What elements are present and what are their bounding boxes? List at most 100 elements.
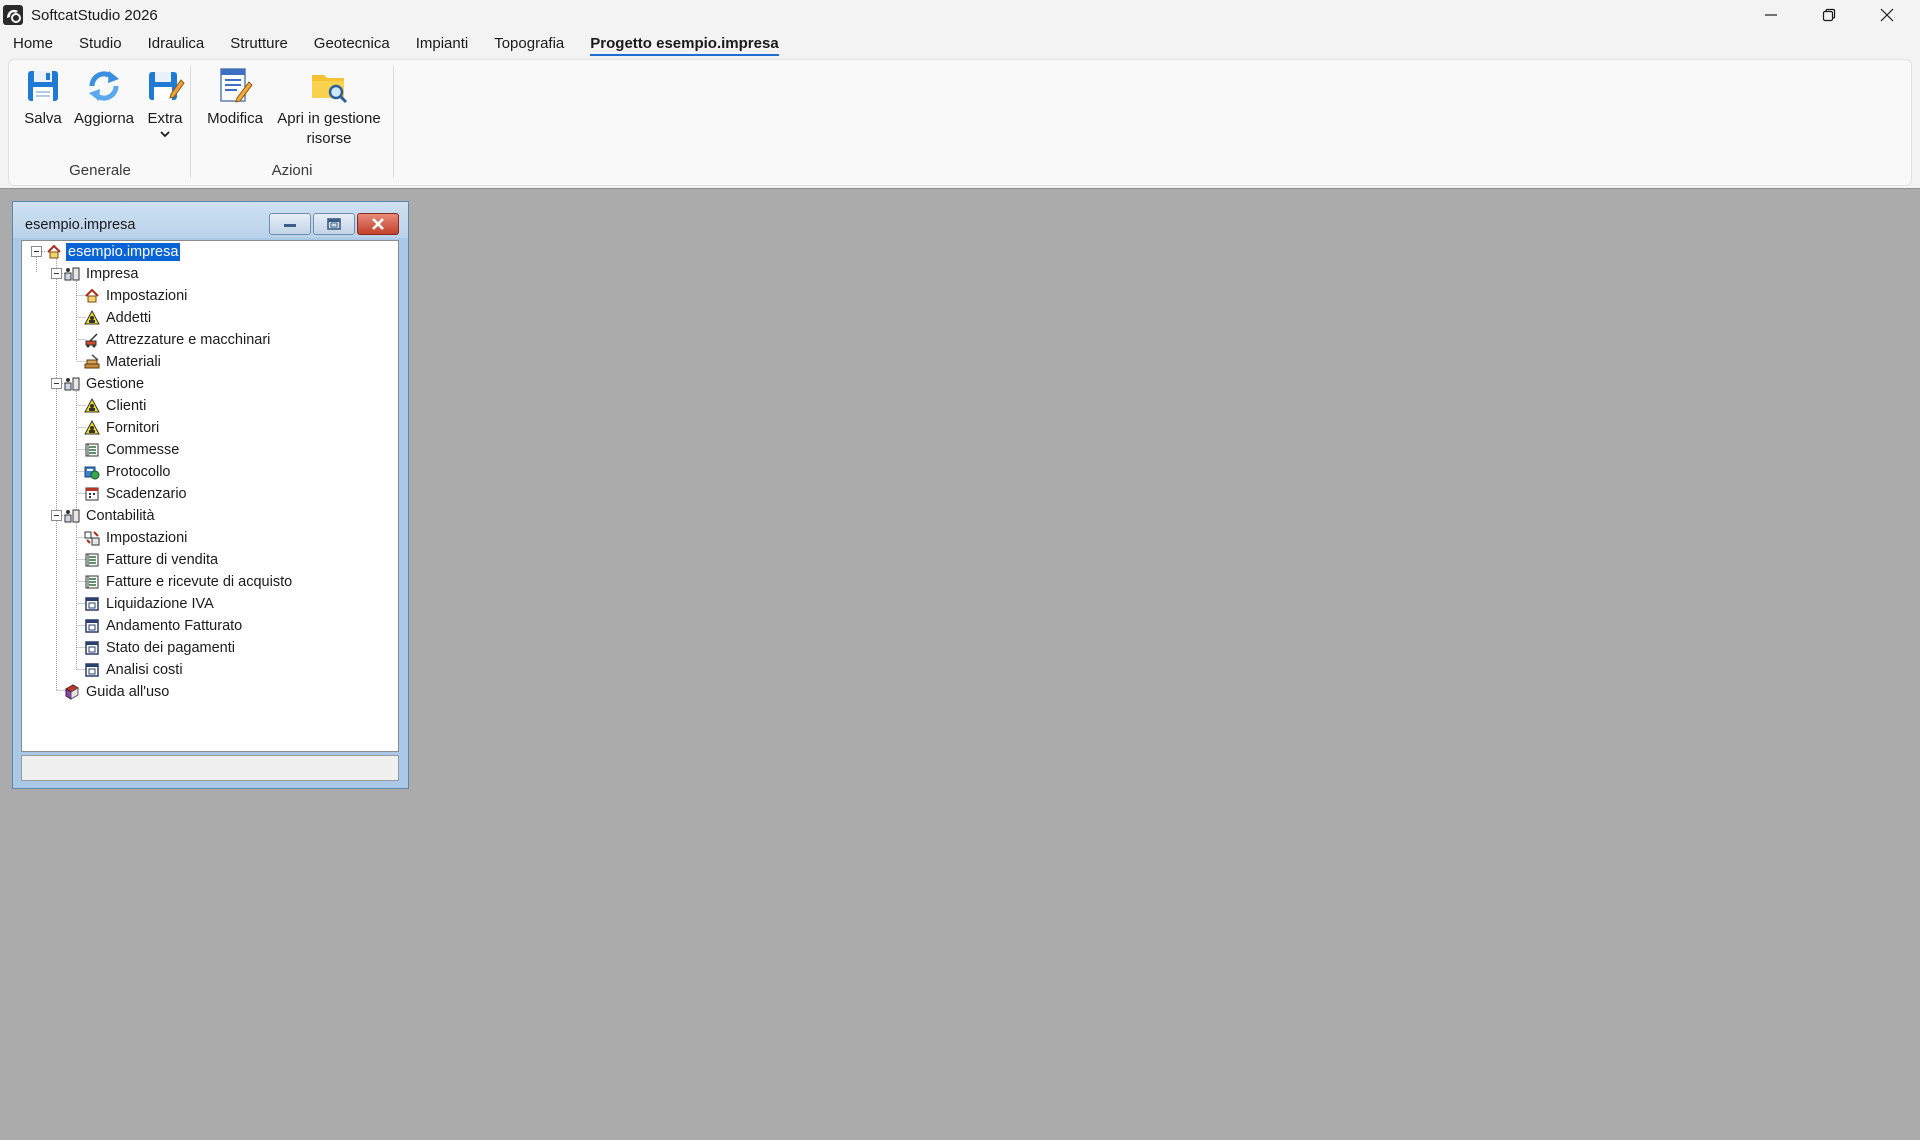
close-icon <box>372 218 384 230</box>
tree-item-label: Protocollo <box>106 464 171 480</box>
tree-item-stato-pagamenti[interactable]: Stato dei pagamenti <box>84 637 237 659</box>
tree-item-commesse[interactable]: Commesse <box>84 439 181 461</box>
tree-item-attrezzature[interactable]: Attrezzature e macchinari <box>84 329 272 351</box>
child-window-titlebar[interactable]: esempio.impresa <box>13 202 408 238</box>
tree-item-root[interactable]: esempio.impresa <box>46 241 181 263</box>
child-maximize-button[interactable] <box>313 213 355 235</box>
tree-item-label: Impostazioni <box>106 530 188 546</box>
child-minimize-button[interactable] <box>269 213 311 235</box>
group-icon <box>64 377 80 391</box>
tree-item-protocollo[interactable]: Protocollo <box>84 461 172 483</box>
close-window-button[interactable] <box>1858 0 1916 30</box>
people-icon <box>84 310 100 325</box>
group-icon <box>64 267 80 281</box>
tree-item-guida[interactable]: Guida all'uso <box>64 681 171 703</box>
ribbon-group-azioni: Modifica Apri in gestione risorse Azioni <box>191 60 393 185</box>
tree-item-label: Materiali <box>106 354 161 370</box>
tree-item-label: Impresa <box>86 266 139 282</box>
project-tree[interactable]: esempio.impresa Impresa Impostazioni Add… <box>21 240 399 752</box>
group-label-generale: Generale <box>69 162 131 179</box>
close-icon <box>1880 8 1894 22</box>
house-icon <box>47 244 61 259</box>
group-icon <box>64 509 80 523</box>
chevron-down-icon <box>160 131 170 138</box>
refresh-icon <box>89 71 119 101</box>
tree-item-label: Impostazioni <box>106 288 188 304</box>
minimize-icon <box>1765 14 1777 16</box>
list-icon <box>85 575 99 589</box>
tree-item-addetti[interactable]: Addetti <box>84 307 153 329</box>
tree-item-impostazioni-contabilita[interactable]: Impostazioni <box>84 527 189 549</box>
child-window-title: esempio.impresa <box>25 217 136 233</box>
tab-geotecnica[interactable]: Geotecnica <box>301 30 403 58</box>
tree-item-clienti[interactable]: Clienti <box>84 395 148 417</box>
tree-item-gestione[interactable]: Gestione <box>64 373 146 395</box>
tree-item-liquidazione-iva[interactable]: Liquidazione IVA <box>84 593 216 615</box>
tree-item-contabilita[interactable]: Contabilità <box>64 505 157 527</box>
group-separator <box>393 66 394 178</box>
tree-collapse-toggle[interactable] <box>51 378 62 389</box>
tab-progetto[interactable]: Progetto esempio.impresa <box>577 30 791 58</box>
tree-item-impresa[interactable]: Impresa <box>64 263 140 285</box>
tree-item-label: Attrezzature e macchinari <box>106 332 271 348</box>
app-logo-icon <box>3 5 23 25</box>
tree-item-fatture-acquisto[interactable]: Fatture e ricevute di acquisto <box>84 571 294 593</box>
title-bar: SoftcatStudio 2026 <box>0 0 1920 30</box>
open-in-explorer-label-line2: risorse <box>306 130 352 147</box>
folder-search-icon <box>312 75 348 104</box>
restore-icon <box>1822 8 1836 22</box>
tree-collapse-toggle[interactable] <box>51 510 62 521</box>
group-label-azioni: Azioni <box>271 162 313 179</box>
tab-impianti[interactable]: Impianti <box>403 30 482 58</box>
tree-item-materiali[interactable]: Materiali <box>84 351 163 373</box>
list-icon <box>85 443 99 457</box>
tree-item-label: Clienti <box>106 398 147 414</box>
tab-topografia[interactable]: Topografia <box>481 30 577 58</box>
project-child-window: esempio.impresa esempio.impresa Impresa … <box>12 201 409 789</box>
open-in-explorer-label-line1: Apri in gestione <box>277 110 381 127</box>
tree-item-label: Commesse <box>106 442 180 458</box>
child-close-button[interactable] <box>357 213 399 235</box>
save-button[interactable]: Salva <box>21 66 65 129</box>
tree-item-label: Guida all'uso <box>86 684 170 700</box>
open-in-explorer-button[interactable]: Apri in gestione risorse <box>271 66 387 149</box>
tab-strutture[interactable]: Strutture <box>217 30 301 58</box>
minimize-button[interactable] <box>1742 0 1800 30</box>
tree-item-label: Analisi costi <box>106 662 183 678</box>
materials-icon <box>84 354 100 369</box>
tree-item-andamento-fatturato[interactable]: Andamento Fatturato <box>84 615 244 637</box>
refresh-label: Aggiorna <box>73 110 135 127</box>
tree-item-analisi-costi[interactable]: Analisi costi <box>84 659 185 681</box>
machinery-icon <box>85 333 98 348</box>
tab-home[interactable]: Home <box>0 30 66 58</box>
tree-item-label: esempio.impresa <box>66 243 181 261</box>
extra-label: Extra <box>147 110 183 127</box>
report-icon <box>85 619 99 633</box>
edit-label: Modifica <box>207 110 263 127</box>
tab-idraulica[interactable]: Idraulica <box>135 30 218 58</box>
edit-button[interactable]: Modifica <box>203 66 267 129</box>
people-icon <box>84 420 100 435</box>
tree-connector-lines <box>36 251 86 691</box>
tab-studio[interactable]: Studio <box>66 30 135 58</box>
tree-collapse-toggle[interactable] <box>31 246 42 257</box>
people-icon <box>84 398 100 413</box>
extra-dropdown-button[interactable]: Extra <box>143 66 187 139</box>
tree-item-fornitori[interactable]: Fornitori <box>84 417 161 439</box>
minimize-icon <box>284 224 296 227</box>
save-label: Salva <box>24 110 62 127</box>
maximize-icon <box>327 218 341 230</box>
app-title: SoftcatStudio 2026 <box>31 6 158 24</box>
tree-item-impostazioni[interactable]: Impostazioni <box>84 285 189 307</box>
tree-item-label: Fornitori <box>106 420 160 436</box>
report-icon <box>85 641 99 655</box>
floppy-edit-icon <box>149 72 185 100</box>
tree-item-label: Contabilità <box>86 508 155 524</box>
tree-item-fatture-vendita[interactable]: Fatture di vendita <box>84 549 220 571</box>
tree-item-label: Addetti <box>106 310 152 326</box>
tree-collapse-toggle[interactable] <box>51 268 62 279</box>
restore-button[interactable] <box>1800 0 1858 30</box>
tree-item-scadenzario[interactable]: Scadenzario <box>84 483 189 505</box>
refresh-button[interactable]: Aggiorna <box>69 66 139 129</box>
report-icon <box>85 597 99 611</box>
